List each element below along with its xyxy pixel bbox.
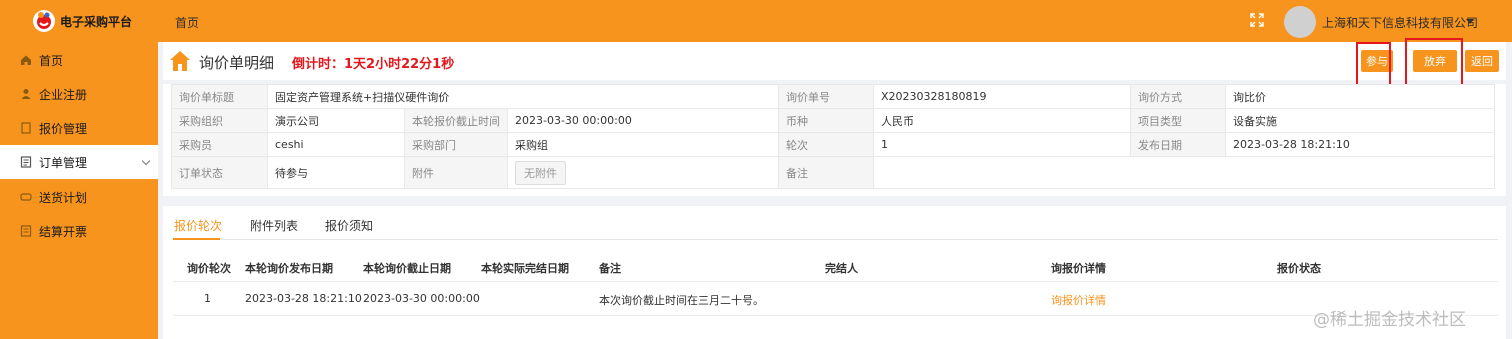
info-label: 附件 bbox=[404, 156, 508, 189]
house-icon bbox=[169, 50, 191, 72]
tab-quote-rounds[interactable]: 报价轮次 bbox=[174, 217, 222, 234]
sidebar-item-quotes[interactable]: 报价管理 bbox=[0, 111, 158, 145]
active-tab-indicator bbox=[173, 238, 220, 240]
info-value bbox=[873, 156, 1495, 189]
column-header: 询报价详情 bbox=[1051, 262, 1106, 275]
info-value: 采购组 bbox=[507, 132, 779, 157]
list-icon bbox=[19, 156, 32, 169]
info-label: 项目类型 bbox=[1130, 108, 1226, 133]
column-header: 询价轮次 bbox=[187, 262, 231, 275]
column-header: 本轮实际完结日期 bbox=[481, 262, 569, 275]
user-icon bbox=[19, 88, 32, 101]
sidebar-item-delivery[interactable]: 送货计划 bbox=[0, 180, 158, 214]
chevron-down-icon bbox=[141, 156, 151, 166]
quote-detail-link[interactable]: 询报价详情 bbox=[1051, 292, 1106, 308]
caret-down-icon[interactable] bbox=[1466, 19, 1474, 24]
sidebar-item-invoice[interactable]: 结算开票 bbox=[0, 214, 158, 248]
info-value: 演示公司 bbox=[267, 108, 405, 133]
document-icon bbox=[19, 122, 32, 135]
info-value: 人民币 bbox=[873, 108, 1131, 133]
info-value: 固定资产管理系统+扫描仪硬件询价 bbox=[267, 84, 779, 109]
sidebar-item-register[interactable]: 企业注册 bbox=[0, 77, 158, 111]
info-label: 本轮报价截止时间 bbox=[404, 108, 508, 133]
tab-attachments[interactable]: 附件列表 bbox=[250, 217, 298, 234]
info-label: 采购组织 bbox=[171, 108, 268, 133]
truck-icon bbox=[19, 191, 32, 204]
info-value: X20230328180819 bbox=[873, 84, 1131, 109]
main-content: 询价单明细 倒计时：1天2小时22分1秒 参与 放弃 返回 询价单标题 固定资产… bbox=[163, 38, 1512, 339]
app-title: 电子采购平台 bbox=[60, 14, 133, 29]
countdown-timer: 倒计时：1天2小时22分1秒 bbox=[292, 57, 455, 72]
info-value: 无附件 bbox=[507, 156, 779, 189]
company-name[interactable]: 上海和天下信息科技有限公司 bbox=[1322, 14, 1478, 31]
info-label: 轮次 bbox=[778, 132, 874, 157]
inquiry-info-panel: 询价单标题 固定资产管理系统+扫描仪硬件询价 询价单号 X20230328180… bbox=[163, 84, 1506, 196]
column-header: 完结人 bbox=[825, 262, 858, 275]
sidebar-item-label: 结算开票 bbox=[39, 224, 88, 239]
info-label: 发布日期 bbox=[1130, 132, 1226, 157]
sidebar-item-label: 送货计划 bbox=[39, 190, 88, 205]
top-bar: 电子采购平台 首页 上海和天下信息科技有限公司 bbox=[0, 0, 1512, 42]
invoice-icon bbox=[19, 225, 32, 238]
info-label: 币种 bbox=[778, 108, 874, 133]
sidebar-item-orders[interactable]: 订单管理 bbox=[0, 145, 158, 179]
table-cell: 2023-03-30 00:00:00 bbox=[363, 292, 480, 305]
no-attachment-button[interactable]: 无附件 bbox=[515, 160, 566, 185]
column-header: 本轮询价发布日期 bbox=[245, 262, 333, 275]
tab-panel: 报价轮次 附件列表 报价须知 询价轮次 本轮询价发布日期 本轮询价截止日期 本轮… bbox=[163, 206, 1506, 339]
info-label: 询价单号 bbox=[778, 84, 874, 109]
sidebar-item-label: 首页 bbox=[39, 53, 64, 68]
column-header: 报价状态 bbox=[1277, 262, 1321, 275]
logo-icon bbox=[33, 10, 55, 32]
info-label: 订单状态 bbox=[171, 156, 268, 189]
avatar[interactable] bbox=[1284, 6, 1316, 38]
highlight-box-join bbox=[1356, 42, 1391, 90]
sidebar-item-home[interactable]: 首页 bbox=[0, 43, 158, 77]
info-label: 备注 bbox=[778, 156, 874, 189]
brand[interactable]: 电子采购平台 bbox=[0, 0, 158, 42]
table-cell: 本次询价截止时间在三月二十号。 bbox=[599, 294, 764, 307]
tab-quote-notice[interactable]: 报价须知 bbox=[325, 217, 373, 234]
info-value: 1 bbox=[873, 132, 1131, 157]
row-divider bbox=[173, 315, 1498, 316]
sidebar-item-label: 企业注册 bbox=[39, 87, 88, 102]
fullscreen-icon[interactable] bbox=[1249, 12, 1265, 28]
page-title: 询价单明细 bbox=[199, 54, 275, 72]
page-header: 询价单明细 倒计时：1天2小时22分1秒 参与 放弃 返回 bbox=[163, 38, 1506, 92]
info-label: 询价方式 bbox=[1130, 84, 1226, 109]
column-header: 备注 bbox=[599, 262, 621, 275]
info-label: 采购部门 bbox=[404, 132, 508, 157]
header-divider bbox=[173, 281, 1498, 282]
info-value: ceshi bbox=[267, 132, 405, 157]
info-label: 采购员 bbox=[171, 132, 268, 157]
watermark: @稀土掘金技术社区 bbox=[1313, 310, 1466, 330]
info-value: 设备实施 bbox=[1225, 108, 1495, 133]
home-icon bbox=[19, 54, 32, 67]
inquiry-info-table: 询价单标题 固定资产管理系统+扫描仪硬件询价 询价单号 X20230328180… bbox=[171, 84, 1495, 189]
info-value: 询比价 bbox=[1225, 84, 1495, 109]
top-home-link[interactable]: 首页 bbox=[175, 14, 199, 31]
sidebar-item-label: 报价管理 bbox=[39, 121, 88, 136]
sidebar: 首页 企业注册 报价管理 订单管理 送货计划 结算开票 bbox=[0, 42, 158, 339]
table-cell: 2023-03-28 18:21:10 bbox=[245, 292, 362, 305]
info-value: 待参与 bbox=[267, 156, 405, 189]
info-value: 2023-03-28 18:21:10 bbox=[1225, 132, 1495, 157]
sidebar-item-label: 订单管理 bbox=[39, 155, 88, 170]
back-button[interactable]: 返回 bbox=[1465, 50, 1499, 72]
info-value: 2023-03-30 00:00:00 bbox=[507, 108, 779, 133]
table-cell: 1 bbox=[204, 292, 211, 305]
column-header: 本轮询价截止日期 bbox=[363, 262, 451, 275]
info-label: 询价单标题 bbox=[171, 84, 268, 109]
tab-bar: 报价轮次 附件列表 报价须知 bbox=[173, 206, 1498, 240]
